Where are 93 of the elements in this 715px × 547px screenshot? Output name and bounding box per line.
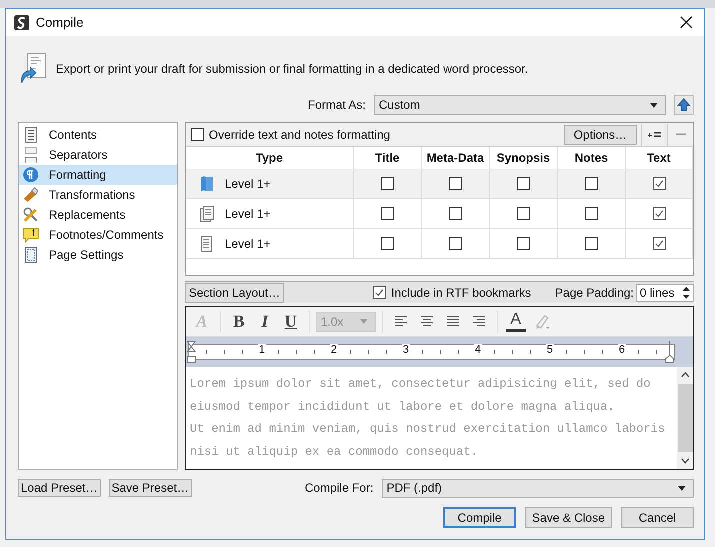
- dropdown-arrow-icon: [360, 319, 368, 324]
- checkbox[interactable]: [449, 237, 462, 250]
- separator-icon: [23, 147, 39, 163]
- align-center-icon: [421, 316, 433, 327]
- description-text: Export or print your draft for submission or final formatting in a dedicated word processor.: [56, 62, 528, 76]
- move-up-button[interactable]: [674, 95, 694, 115]
- align-left-icon: [395, 316, 407, 327]
- check-icon: [375, 288, 384, 297]
- override-checkbox[interactable]: [191, 128, 204, 141]
- checkbox[interactable]: [585, 237, 598, 250]
- ruler-number: 6: [618, 344, 626, 356]
- checkbox[interactable]: [381, 177, 394, 190]
- text-color-button[interactable]: A: [506, 312, 526, 332]
- dropdown-arrow-icon: [650, 102, 658, 108]
- ruler-number: 4: [474, 344, 482, 356]
- compile-for-dropdown[interactable]: PDF (.pdf): [382, 478, 694, 498]
- list-icon: [23, 127, 39, 143]
- check-icon: [654, 210, 664, 218]
- bold-button[interactable]: B: [227, 310, 251, 332]
- checkbox[interactable]: [652, 207, 666, 220]
- window-title: Compile: [36, 15, 85, 30]
- type-label: Level 1+: [225, 176, 271, 190]
- checkbox[interactable]: [381, 237, 394, 250]
- scroll-up-icon: [680, 372, 690, 378]
- checkbox[interactable]: [652, 177, 666, 190]
- sidebar-item[interactable]: Formatting: [19, 165, 177, 185]
- dropdown-arrow-icon: [678, 486, 686, 490]
- underline-button[interactable]: U: [279, 310, 303, 332]
- checkbox[interactable]: [449, 207, 462, 220]
- checkbox[interactable]: [517, 207, 530, 220]
- checkbox[interactable]: [585, 177, 598, 190]
- sidebar-item[interactable]: Page Settings: [19, 245, 177, 265]
- format-dropdown[interactable]: Custom: [374, 95, 666, 115]
- rtf-label: Include in RTF bookmarks: [391, 286, 532, 300]
- sample-text-line: eiusmod tempor incididunt ut labore et dolore magna aliqua.: [190, 398, 616, 416]
- italic-button[interactable]: I: [253, 310, 277, 332]
- sample-text-line: nisi ut aliquip ex ea commodo consequat.: [190, 444, 480, 460]
- tools-icon: [23, 207, 39, 223]
- override-label: Override text and notes formatting: [209, 128, 390, 142]
- sample-text-line: Lorem ipsum dolor sit amet, consectetur adipisicing elit, sed do: [190, 376, 652, 393]
- preset-button[interactable]: Save Preset…: [108, 479, 192, 497]
- preset-button[interactable]: Load Preset…: [18, 479, 101, 497]
- documents-icon: [199, 206, 215, 222]
- sidebar-item[interactable]: Transformations: [19, 185, 177, 205]
- minus-icon: [676, 133, 686, 136]
- padding-label: Page Padding:: [555, 286, 634, 300]
- highlighter-icon: [533, 312, 551, 330]
- page-icon: [23, 247, 39, 263]
- section-layout-button[interactable]: Section Layout…: [185, 282, 284, 303]
- type-label: Level 1+: [225, 206, 271, 220]
- compile-for-label: Compile For:: [305, 481, 374, 495]
- options-button[interactable]: Options…: [564, 124, 637, 144]
- checkbox[interactable]: [517, 177, 530, 190]
- app-logo-icon: [14, 14, 30, 30]
- scrollbar[interactable]: [677, 367, 693, 469]
- table-row[interactable]: Level 1+: [186, 169, 354, 199]
- rtf-checkbox[interactable]: [373, 286, 386, 300]
- document-icon: [199, 236, 215, 252]
- sidebar-item[interactable]: Contents: [19, 125, 177, 145]
- dialog-button[interactable]: Cancel: [621, 507, 694, 528]
- sample-text-line: Ut enim ad minim veniam, quis nostrud exercitation ullamco laboris: [190, 421, 666, 438]
- ruler-number: 1: [258, 344, 266, 356]
- checkbox[interactable]: [449, 177, 462, 190]
- check-icon: [654, 180, 664, 188]
- close-icon: [680, 16, 693, 29]
- sidebar-item[interactable]: Replacements: [19, 205, 177, 225]
- ruler-number: 3: [402, 344, 410, 356]
- type-label: Level 1+: [225, 236, 271, 250]
- binder-icon: [199, 176, 215, 192]
- ruler-number: 2: [330, 344, 338, 356]
- format-label: Format As:: [308, 98, 366, 112]
- add-row-icon: [648, 130, 662, 139]
- padding-spinner[interactable]: 0 lines: [636, 284, 694, 302]
- brush-icon: [23, 187, 39, 203]
- check-icon: [654, 240, 664, 248]
- checkbox[interactable]: [517, 237, 530, 250]
- dialog-button[interactable]: Save & Close: [525, 507, 612, 528]
- sidebar-item[interactable]: Footnotes/Comments: [19, 225, 177, 245]
- align-right-icon: [473, 316, 485, 327]
- ruler-number: 5: [546, 344, 554, 356]
- sidebar-item[interactable]: Separators: [19, 145, 177, 165]
- note-icon: [23, 227, 39, 243]
- up-arrow-icon: [677, 98, 691, 112]
- table-row[interactable]: Level 1+: [186, 199, 354, 229]
- checkbox[interactable]: [585, 207, 598, 220]
- dialog-button[interactable]: Compile: [443, 507, 516, 528]
- justify-icon: [447, 316, 459, 327]
- spin-arrows-icon: [683, 286, 690, 299]
- checkbox[interactable]: [652, 237, 666, 250]
- paragraph-icon: [23, 167, 39, 183]
- checkbox[interactable]: [381, 207, 394, 220]
- table-row[interactable]: Level 1+: [186, 229, 354, 259]
- scroll-down-icon: [680, 458, 690, 464]
